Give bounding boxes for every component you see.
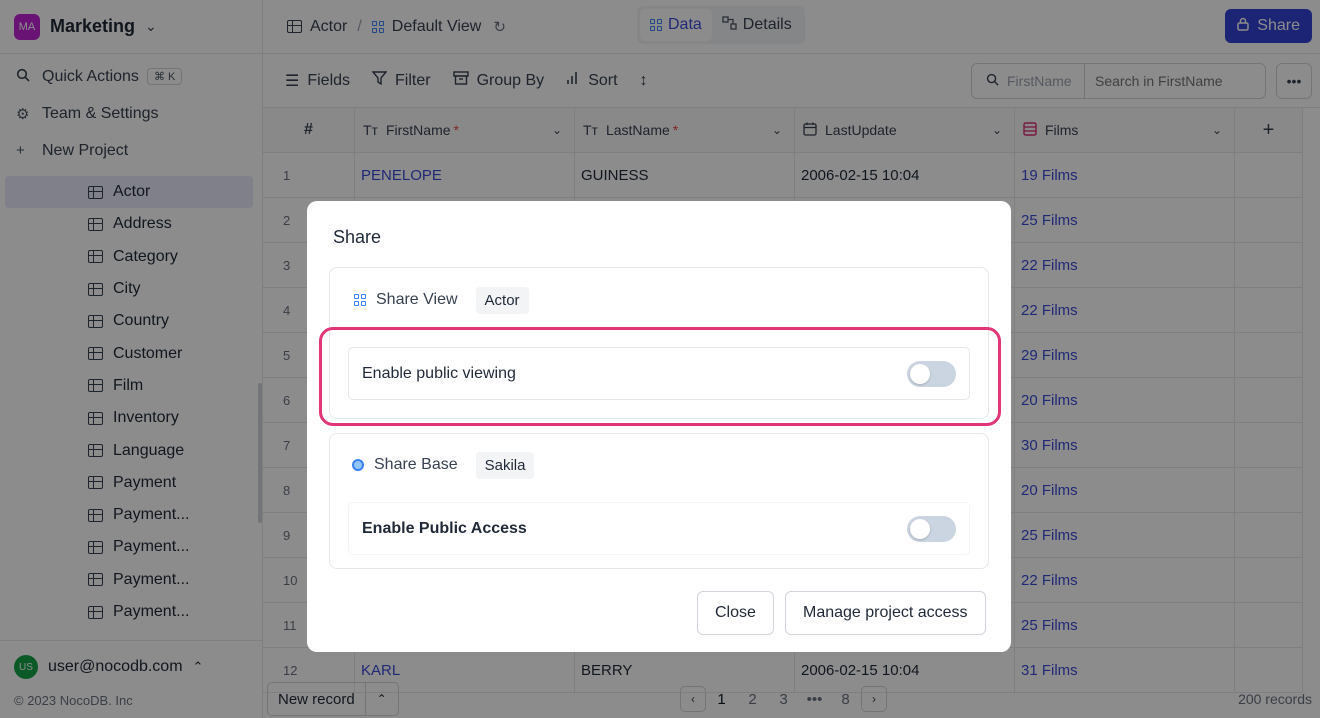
close-button[interactable]: Close xyxy=(697,591,774,635)
database-icon xyxy=(352,459,364,471)
public-access-toggle[interactable] xyxy=(907,515,956,542)
share-base-label: Share Base xyxy=(374,456,458,473)
share-view-chip: Actor xyxy=(475,286,529,314)
public-access-label: Enable Public Access xyxy=(362,519,527,537)
public-viewing-toggle[interactable] xyxy=(907,360,956,387)
public-viewing-row: Enable public viewing xyxy=(348,347,970,400)
share-base-chip: Sakila xyxy=(475,451,535,479)
share-modal: Share Share View Actor Enable public vie… xyxy=(307,201,1011,652)
share-view-card: Share View Actor Enable public viewing xyxy=(329,267,989,419)
share-view-header: Share View Actor xyxy=(330,268,988,332)
share-view-label: Share View xyxy=(376,291,458,308)
share-base-header: Share Base Sakila xyxy=(330,434,988,496)
manage-project-access-button[interactable]: Manage project access xyxy=(785,591,986,635)
modal-title: Share xyxy=(333,227,382,247)
public-access-row: Enable Public Access xyxy=(348,502,970,555)
public-viewing-label: Enable public viewing xyxy=(362,364,516,382)
grid-view-icon xyxy=(354,294,366,306)
share-base-card: Share Base Sakila Enable Public Access xyxy=(329,433,989,569)
